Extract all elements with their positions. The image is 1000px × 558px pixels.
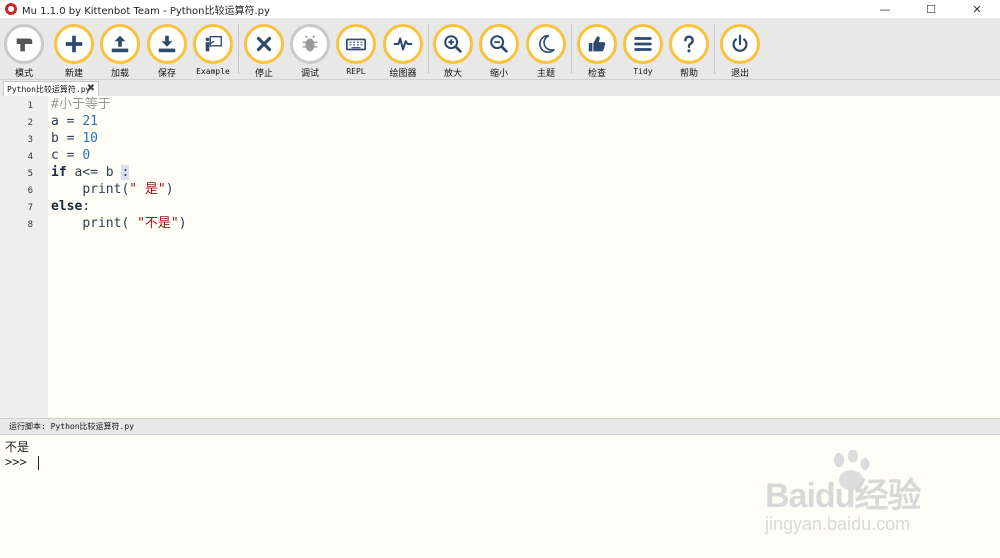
zoom-out-icon	[479, 24, 519, 64]
keyboard-icon	[336, 24, 376, 64]
example-icon	[193, 24, 233, 64]
comment: #小于等于	[51, 97, 111, 112]
operator: =	[58, 131, 83, 146]
window-controls: — ☐ ✕	[862, 0, 1000, 18]
thumbs-up-icon	[577, 24, 617, 64]
title-bar: Mu 1.1.0 by Kittenbot Team - Python比较运算符…	[0, 0, 1000, 18]
operator: =	[58, 114, 83, 129]
run-pane-header: 运行脚本: Python比较运算符.py	[0, 418, 1000, 435]
help-icon	[669, 24, 709, 64]
line-number-gutter: 1 2 3 4 5 6 7 8	[0, 96, 48, 418]
identifier: b	[51, 131, 59, 146]
paren: )	[178, 216, 187, 231]
help-button[interactable]: 帮助	[666, 22, 712, 80]
colon-highlight: :	[121, 165, 130, 180]
window-title: Mu 1.1.0 by Kittenbot Team - Python比较运算符…	[22, 5, 270, 17]
operator: =	[58, 148, 83, 163]
line-number: 8	[27, 220, 33, 230]
tab-label: Python比较运算符.py	[7, 84, 91, 94]
line-number: 4	[27, 152, 33, 162]
identifier: a	[51, 114, 59, 129]
line-number: 2	[27, 118, 33, 128]
string-literal: " 是"	[129, 182, 166, 197]
line-number: 6	[27, 186, 33, 196]
code-line-6: print(" 是")	[51, 181, 174, 198]
code-line-2: a = 21	[51, 113, 98, 130]
output-line: 不是	[5, 440, 30, 454]
maximize-button[interactable]: ☐	[908, 0, 954, 18]
code-line-1: #小于等于	[51, 96, 111, 113]
quit-button[interactable]: 退出	[717, 22, 763, 80]
tidy-icon	[623, 24, 663, 64]
mode-icon	[4, 24, 44, 64]
string-literal: "不是"	[137, 216, 179, 231]
function-call: print(	[82, 182, 130, 197]
code-line-4: c = 0	[51, 147, 90, 164]
line-number: 7	[27, 203, 33, 213]
function-call: print(	[82, 216, 138, 231]
code-editor[interactable]: 1 2 3 4 5 6 7 8 #小于等于 a = 21 b = 10 c = …	[0, 96, 1000, 418]
line-number: 5	[27, 169, 33, 179]
load-icon	[100, 24, 140, 64]
mu-logo-icon	[5, 3, 17, 15]
quit-label: 退出	[730, 69, 749, 79]
repl-prompt-line[interactable]: >>>	[5, 455, 39, 470]
text-cursor	[37, 455, 39, 470]
stop-icon	[244, 24, 284, 64]
run-pane-title: 运行脚本: Python比较运算符.py	[9, 422, 134, 431]
minimize-button[interactable]: —	[862, 0, 908, 18]
power-icon	[720, 24, 760, 64]
code-line-8: print( "不是")	[51, 215, 187, 232]
paren: )	[165, 182, 174, 197]
theme-button[interactable]: 主题	[523, 22, 569, 80]
number-literal: 10	[82, 131, 98, 146]
repl-prompt: >>>	[5, 455, 34, 469]
colon: :	[82, 199, 91, 214]
toolbar: 模式 新建 加载 保存 Example 停止 调试 REPL 绘图器 放大 缩小…	[0, 18, 1000, 80]
condition: a<= b	[66, 165, 122, 180]
code-line-3: b = 10	[51, 130, 98, 147]
code-line-5: if a<= b :	[51, 164, 130, 181]
moon-icon	[526, 24, 566, 64]
line-number: 1	[27, 101, 33, 111]
close-tab-icon[interactable]: ✖	[87, 83, 95, 94]
identifier: c	[51, 148, 59, 163]
number-literal: 21	[82, 114, 98, 129]
tab-python-file[interactable]: Python比较运算符.py ✖	[3, 81, 99, 96]
tab-bar: Python比较运算符.py ✖	[0, 80, 1000, 96]
zoom-in-icon	[433, 24, 473, 64]
new-icon	[54, 24, 94, 64]
save-icon	[147, 24, 187, 64]
output-pane[interactable]: 不是 >>>	[0, 435, 1000, 558]
bug-icon	[290, 24, 330, 64]
number-literal: 0	[82, 148, 91, 163]
line-number: 3	[27, 135, 33, 145]
keyword: else	[51, 199, 83, 214]
keyword: if	[51, 165, 67, 180]
plotter-icon	[383, 24, 423, 64]
close-button[interactable]: ✕	[954, 0, 1000, 18]
example-button[interactable]: Example	[190, 22, 236, 80]
code-line-7: else:	[51, 198, 90, 215]
